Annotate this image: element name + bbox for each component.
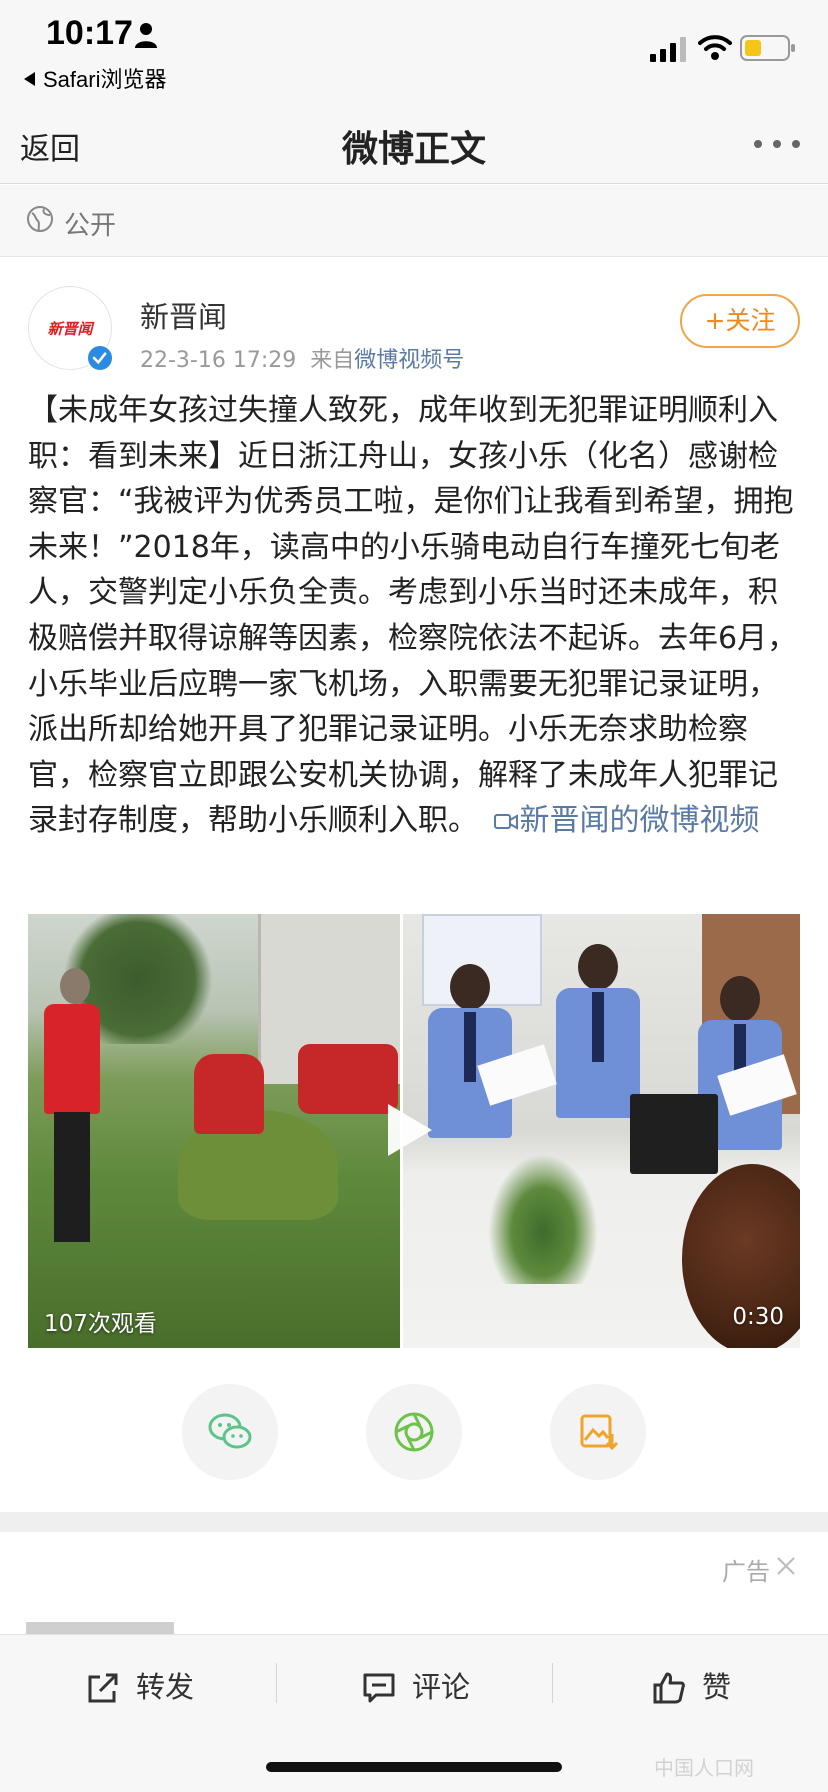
post-date: 22-3-16 17:29 [140,348,297,373]
post-header: 新晋闻 新晋闻 22-3-16 17:29 来自微博视频号 +关注 [0,258,828,378]
person-figure [194,1054,264,1134]
battery-icon [740,35,795,61]
comment-icon [363,1673,395,1703]
plant-shape [488,1154,598,1284]
follow-button[interactable]: +关注 [680,294,800,348]
wechat-icon [208,1413,252,1449]
save-image-icon [580,1414,619,1451]
video-camera-icon [493,814,518,831]
status-time: 10:17 [46,14,133,52]
person-figure [298,1044,398,1114]
like-label: 赞 [702,1670,732,1704]
video-duration: 0:30 [732,1304,784,1330]
view-count: 107次观看 [44,1311,157,1337]
back-app-label: Safari浏览器 [43,67,167,92]
verified-badge-icon [86,344,114,372]
cellular-signal-icon [650,37,686,62]
visibility-label: 公开 [64,211,117,241]
person-figure [38,962,108,1262]
ad-close-icon[interactable] [776,1556,796,1576]
author-name[interactable]: 新晋闻 [140,294,227,336]
back-to-safari-link[interactable]: Safari浏览器 [24,62,166,94]
comment-button[interactable]: 评论 [362,1665,492,1709]
save-image-button[interactable] [550,1384,646,1480]
ad-label: 广告 [722,1558,770,1586]
back-triangle-icon [24,72,35,86]
section-divider [0,1512,828,1532]
video-link-label: 新晋闻的微博视频 [519,803,760,839]
share-row [0,1384,828,1484]
video-player[interactable]: 107次观看 0:30 [28,914,800,1348]
watermark: 中国人口网 [654,1756,754,1780]
nav-bar: 返回 微博正文 [0,102,828,184]
play-icon[interactable] [388,1104,432,1156]
comment-label: 评论 [412,1670,471,1704]
post-text: 【未成年女孩过失撞人致死，成年收到无犯罪证明顺利入职：看到未来】近日浙江舟山，女… [28,393,798,839]
share-moments-button[interactable] [366,1384,462,1480]
video-frame-left [28,914,402,1348]
post-body: 【未成年女孩过失撞人致死，成年收到无犯罪证明顺利入职：看到未来】近日浙江舟山，女… [28,388,804,844]
like-button[interactable]: 赞 [652,1665,752,1709]
more-options-icon[interactable] [752,138,802,150]
home-indicator[interactable] [266,1762,562,1772]
post-meta: 22-3-16 17:29 来自微博视频号 [140,342,464,374]
action-separator [276,1663,277,1703]
page-title: 微博正文 [341,129,486,170]
repost-label: 转发 [136,1670,195,1704]
repost-icon [88,1673,118,1703]
post-source-link[interactable]: 微博视频号 [354,348,464,373]
repost-button[interactable]: 转发 [86,1665,216,1709]
person-icon [135,23,157,48]
video-link[interactable]: 新晋闻的微博视频 [488,803,760,838]
monitor-shape [630,1094,718,1174]
moments-aperture-icon [394,1412,434,1452]
thumbs-up-icon [653,1672,685,1704]
action-separator [552,1663,553,1703]
status-bar: 10:17 Safari浏览器 [0,0,828,102]
visibility-row: 公开 [0,185,828,257]
globe-icon [27,206,53,232]
share-wechat-button[interactable] [182,1384,278,1480]
post-source-prefix: 来自 [310,348,355,373]
video-frame-right [402,914,800,1348]
wifi-icon [698,35,732,60]
